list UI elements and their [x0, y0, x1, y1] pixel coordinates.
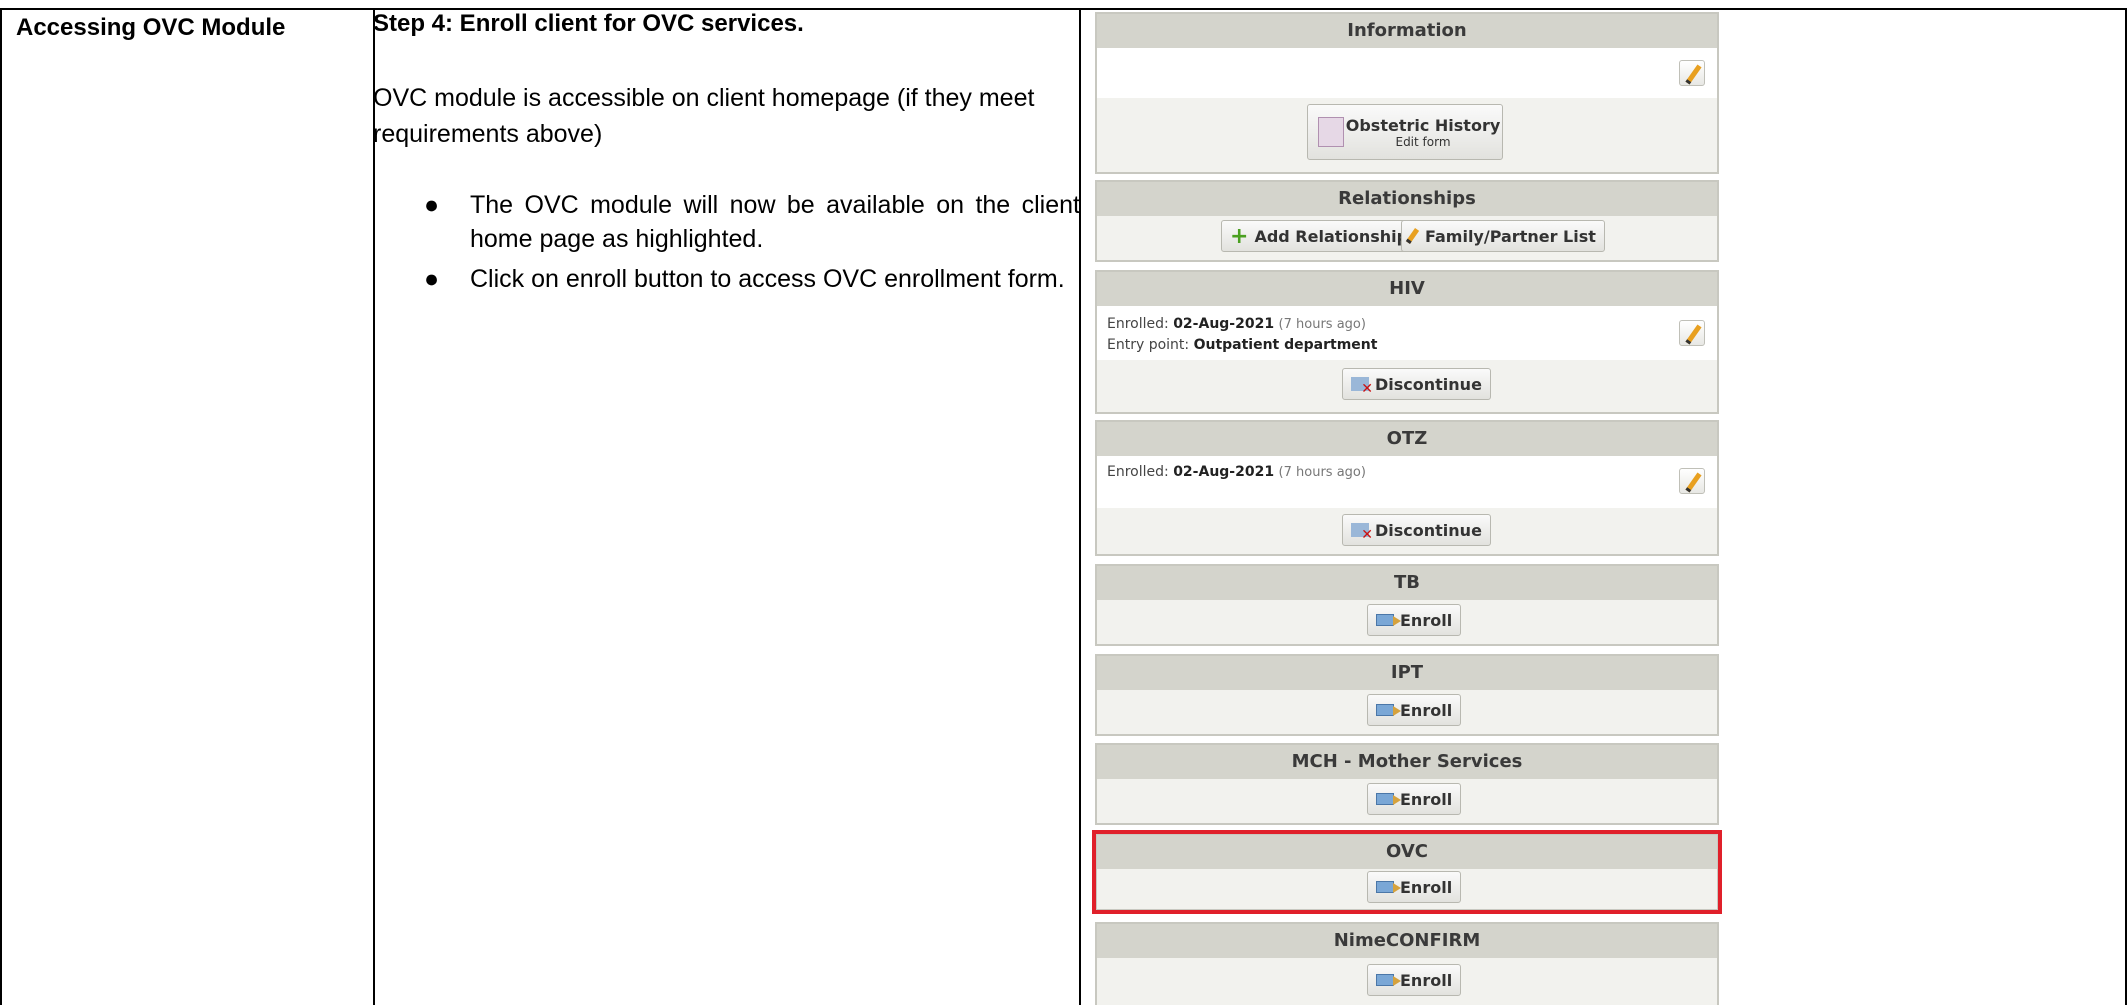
- pencil-icon: [1405, 228, 1420, 244]
- column-divider: [1079, 10, 1081, 1005]
- family-partner-list-button[interactable]: Family/Partner List: [1401, 220, 1605, 252]
- add-relationship-button[interactable]: + Add Relationship: [1221, 220, 1418, 252]
- relationships-panel: Relationships + Add Relationship Family/P…: [1095, 180, 1719, 262]
- step-title: Step 4: Enroll client for OVC services.: [373, 10, 804, 37]
- enroll-button[interactable]: Enroll: [1367, 783, 1462, 815]
- column-divider: [373, 10, 375, 1005]
- plus-icon: +: [1230, 223, 1249, 249]
- list-item: ● Click on enroll button to access OVC en…: [420, 262, 1080, 296]
- instruction-list: ● The OVC module will now be available on…: [420, 188, 1080, 302]
- panel-title: Relationships: [1097, 182, 1717, 216]
- enroll-button[interactable]: Enroll: [1367, 604, 1462, 636]
- ipt-panel: IPT Enroll: [1095, 654, 1719, 736]
- obstetric-history-button[interactable]: Obstetric History Edit form: [1307, 104, 1503, 160]
- edit-icon[interactable]: [1679, 468, 1705, 494]
- bullet-icon: ●: [424, 191, 440, 219]
- panel-title: TB: [1097, 566, 1717, 600]
- discontinue-icon: [1351, 523, 1373, 543]
- enroll-icon: [1376, 881, 1401, 893]
- list-item: ● The OVC module will now be available on…: [420, 188, 1080, 256]
- enroll-icon: [1376, 704, 1401, 716]
- intro-text: OVC module is accessible on client homep…: [373, 84, 1035, 148]
- enroll-icon: [1376, 614, 1401, 626]
- enroll-button[interactable]: Enroll: [1367, 694, 1462, 726]
- discontinue-button[interactable]: Discontinue: [1342, 514, 1491, 546]
- mch-panel: MCH - Mother Services Enroll: [1095, 743, 1719, 825]
- enroll-icon: [1376, 793, 1401, 805]
- panel-title: OVC: [1097, 835, 1717, 869]
- enroll-icon: [1376, 974, 1401, 986]
- document-table: [0, 8, 2127, 1005]
- edit-icon[interactable]: [1679, 60, 1705, 86]
- enrollment-info: Enrolled: 02-Aug-2021 (7 hours ago): [1107, 464, 1366, 480]
- edit-icon[interactable]: [1679, 320, 1705, 346]
- panel-title: OTZ: [1097, 422, 1717, 456]
- panel-title: Information: [1097, 14, 1717, 48]
- nimeconfirm-panel: NimeCONFIRM Enroll: [1095, 922, 1719, 1005]
- ovc-panel: OVC Enroll: [1095, 833, 1719, 911]
- panel-title: IPT: [1097, 656, 1717, 690]
- enrollment-info: Enrolled: 02-Aug-2021 (7 hours ago) Entr…: [1107, 316, 1378, 353]
- enroll-button[interactable]: Enroll: [1367, 964, 1462, 996]
- tb-panel: TB Enroll: [1095, 564, 1719, 646]
- section-title: Accessing OVC Module: [16, 14, 286, 41]
- panel-title: NimeCONFIRM: [1097, 924, 1717, 958]
- ovc-enroll-button[interactable]: Enroll: [1367, 871, 1462, 903]
- discontinue-icon: [1351, 377, 1373, 397]
- otz-panel: OTZ Enrolled: 02-Aug-2021 (7 hours ago) …: [1095, 420, 1719, 556]
- information-panel: Information Obstetric History Edit form: [1095, 12, 1719, 174]
- panel-title: MCH - Mother Services: [1097, 745, 1717, 779]
- form-icon: [1318, 117, 1344, 147]
- bullet-icon: ●: [424, 265, 440, 293]
- panel-title: HIV: [1097, 272, 1717, 306]
- discontinue-button[interactable]: Discontinue: [1342, 368, 1491, 400]
- hiv-panel: HIV Enrolled: 02-Aug-2021 (7 hours ago) …: [1095, 270, 1719, 414]
